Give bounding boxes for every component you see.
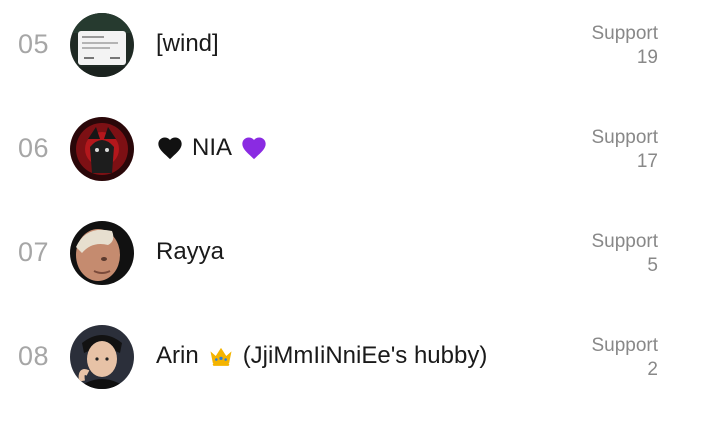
rank-number: 07	[18, 237, 50, 267]
support-count: 19	[636, 47, 658, 68]
rank-number: 08	[18, 341, 50, 371]
support-info: Support 5	[591, 230, 658, 278]
avatar[interactable]	[70, 325, 134, 389]
avatar[interactable]	[70, 117, 134, 181]
user-name-text: [wind]	[156, 30, 219, 57]
crown-icon	[207, 342, 235, 370]
purple-heart-icon	[240, 134, 268, 162]
support-count: 2	[647, 359, 658, 380]
ranking-row-05[interactable]: 05 [wind] Support 19	[0, 13, 703, 117]
support-label: Support	[591, 335, 658, 356]
support-count: 17	[636, 151, 658, 172]
user-name[interactable]: NIA	[156, 134, 268, 162]
support-label: Support	[591, 127, 658, 148]
black-heart-icon	[156, 134, 184, 162]
avatar[interactable]	[70, 13, 134, 77]
user-name[interactable]: Rayya	[156, 238, 224, 266]
ranking-list: 05 [wind] Support 19 06 NIA Support 17 0…	[0, 0, 703, 441]
support-label: Support	[591, 23, 658, 44]
user-name[interactable]: [wind]	[156, 30, 219, 58]
support-count: 5	[647, 255, 658, 276]
ranking-row-08[interactable]: 08 Arin (JjiMmIiNniEe's hubby) Support 2	[0, 325, 703, 429]
user-name-text: Rayya	[156, 238, 225, 265]
support-label: Support	[591, 231, 658, 252]
user-name[interactable]: Arin (JjiMmIiNniEe's hubby)	[156, 342, 487, 370]
support-info: Support 17	[591, 126, 658, 174]
ranking-row-06[interactable]: 06 NIA Support 17	[0, 117, 703, 221]
user-name-text: NIA	[192, 134, 233, 161]
rank-number: 06	[18, 133, 50, 163]
support-info: Support 2	[591, 334, 658, 382]
avatar[interactable]	[70, 221, 134, 285]
ranking-row-07[interactable]: 07 Rayya Support 5	[0, 221, 703, 325]
avatar-image-red-character	[70, 117, 134, 181]
avatar-image-portrait	[70, 325, 134, 389]
user-name-text: Arin	[156, 342, 199, 369]
avatar-image-portrait	[70, 221, 134, 285]
user-name-text: (JjiMmIiNniEe's hubby)	[242, 342, 488, 369]
avatar-image-dialog	[70, 13, 134, 77]
support-info: Support 19	[591, 22, 658, 70]
rank-number: 05	[18, 29, 50, 59]
